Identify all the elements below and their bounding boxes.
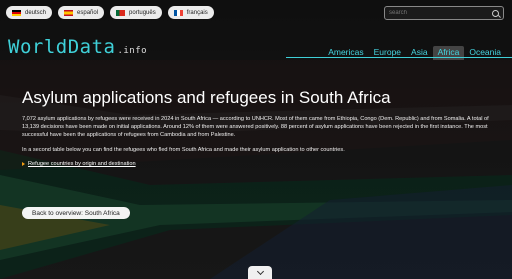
search-input[interactable] xyxy=(389,10,489,16)
page-title: Asylum applications and refugees in Sout… xyxy=(22,88,391,107)
language-francais-button[interactable]: français xyxy=(167,6,214,19)
intro-paragraph: 7,072 asylum applications by refugees we… xyxy=(22,116,489,139)
language-bar: deutsch español português français xyxy=(6,6,214,19)
site-logo[interactable]: WorldData .info xyxy=(8,36,147,58)
chevron-down-icon xyxy=(256,267,264,275)
language-portugues-button[interactable]: português xyxy=(110,6,162,19)
search-icon[interactable] xyxy=(492,9,499,17)
language-espanol-button[interactable]: español xyxy=(58,6,105,19)
logo-suffix: .info xyxy=(117,46,148,56)
back-to-overview-button[interactable]: Back to overview: South Africa xyxy=(22,207,130,219)
search-box xyxy=(384,6,504,20)
page-content: 7,072 asylum applications by refugees we… xyxy=(22,115,492,168)
refugee-countries-link[interactable]: Refugee countries by origin and destinat… xyxy=(28,160,136,168)
arrow-right-icon xyxy=(22,161,25,166)
fr-flag-icon xyxy=(173,9,183,16)
logo-main: WorldData xyxy=(8,36,116,58)
refugee-link-row: Refugee countries by origin and destinat… xyxy=(22,160,492,168)
pt-flag-icon xyxy=(116,9,126,16)
language-deutsch-button[interactable]: deutsch xyxy=(6,6,53,19)
es-flag-icon xyxy=(64,9,74,16)
nav-underline xyxy=(286,57,512,58)
de-flag-icon xyxy=(12,9,21,16)
scroll-down-button[interactable] xyxy=(248,266,272,279)
second-paragraph: In a second table below you can find the… xyxy=(22,146,345,153)
